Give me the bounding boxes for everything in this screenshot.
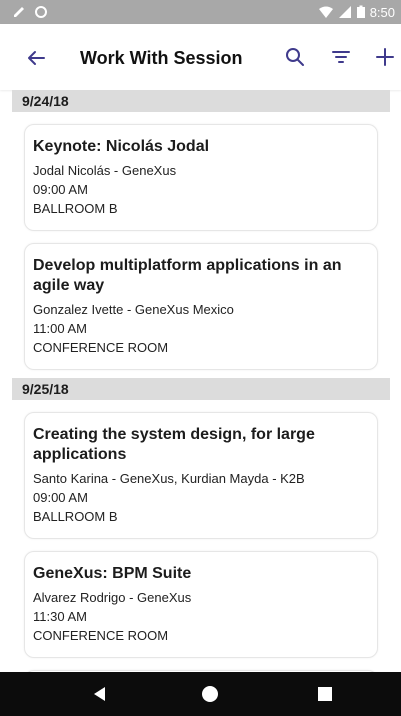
plus-icon[interactable] <box>372 44 398 70</box>
circle-notification-icon <box>35 6 47 18</box>
session-title: Develop multiplatform applications in an… <box>33 257 342 294</box>
session-room: BALLROOM B <box>33 201 118 216</box>
status-left <box>12 3 48 21</box>
session-speaker: Alvarez Rodrigo - GeneXus <box>33 590 192 605</box>
signal-icon <box>338 6 351 18</box>
session-speaker: Jodal Nicolás - GeneXus <box>33 163 177 178</box>
back-triangle-icon[interactable] <box>90 684 110 704</box>
date-group: 9/25/18 Creating the system design, for … <box>12 378 390 672</box>
session-time: 09:00 AM <box>33 490 88 505</box>
session-title: Creating the system design, for large ap… <box>33 426 315 463</box>
wifi-icon <box>318 6 333 18</box>
search-icon[interactable] <box>282 44 308 70</box>
session-speaker: Santo Karina - GeneXus, Kurdian Mayda - … <box>33 471 305 486</box>
session-card[interactable]: Develop multiplatform applications in an… <box>24 243 378 370</box>
status-right: 8:50 <box>318 3 395 21</box>
clock: 8:50 <box>369 4 395 20</box>
session-room: CONFERENCE ROOM <box>33 628 169 643</box>
session-title: GeneXus: BPM Suite <box>33 565 192 582</box>
date-group: 9/24/18 Keynote: Nicolás Jodal Jodal Nic… <box>12 90 390 378</box>
session-speaker: Gonzalez Ivette - GeneXus Mexico <box>33 302 234 317</box>
session-card[interactable]: GeneXus: BPM Suite Alvarez Rodrigo - Gen… <box>24 551 378 658</box>
status-bar: 8:50 <box>0 0 401 24</box>
pencil-icon <box>14 7 24 17</box>
session-room: CONFERENCE ROOM <box>33 340 169 355</box>
battery-icon <box>356 5 365 18</box>
session-title: Keynote: Nicolás Jodal <box>33 138 210 155</box>
recents-square-icon[interactable] <box>315 684 335 704</box>
session-card[interactable]: Creating the system design, for large ap… <box>24 412 378 539</box>
session-list[interactable]: 9/24/18 Keynote: Nicolás Jodal Jodal Nic… <box>12 90 390 672</box>
session-time: 09:00 AM <box>33 182 88 197</box>
arrow-left-icon[interactable] <box>22 44 50 72</box>
session-room: BALLROOM B <box>33 509 118 524</box>
session-card[interactable]: Keynote: Nicolás Jodal Jodal Nicolás - G… <box>24 124 378 231</box>
session-time: 11:30 AM <box>33 609 87 624</box>
app-bar: Work With Session <box>0 24 401 90</box>
date-header: 9/25/18 <box>12 378 390 400</box>
date-header: 9/24/18 <box>12 90 390 112</box>
home-circle-icon[interactable] <box>200 684 220 704</box>
session-time: 11:00 AM <box>33 321 87 336</box>
system-nav-bar <box>0 672 401 716</box>
filter-icon[interactable] <box>328 44 354 70</box>
page-title: Work With Session <box>80 48 243 68</box>
